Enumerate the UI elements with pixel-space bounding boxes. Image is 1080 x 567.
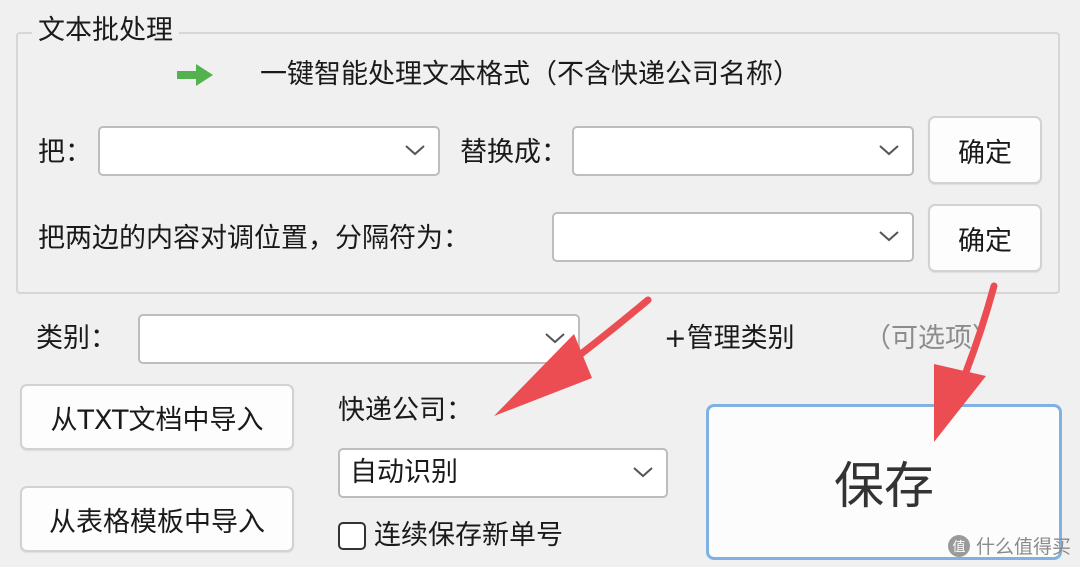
- arrow-to-courier-icon: [494, 296, 652, 416]
- watermark-logo: 值: [948, 534, 970, 557]
- watermark: 值 什么值得买: [948, 532, 1071, 559]
- annotation-arrows: [494, 282, 998, 442]
- watermark-text: 什么值得买: [976, 536, 1072, 558]
- arrow-to-save-icon: [934, 282, 998, 442]
